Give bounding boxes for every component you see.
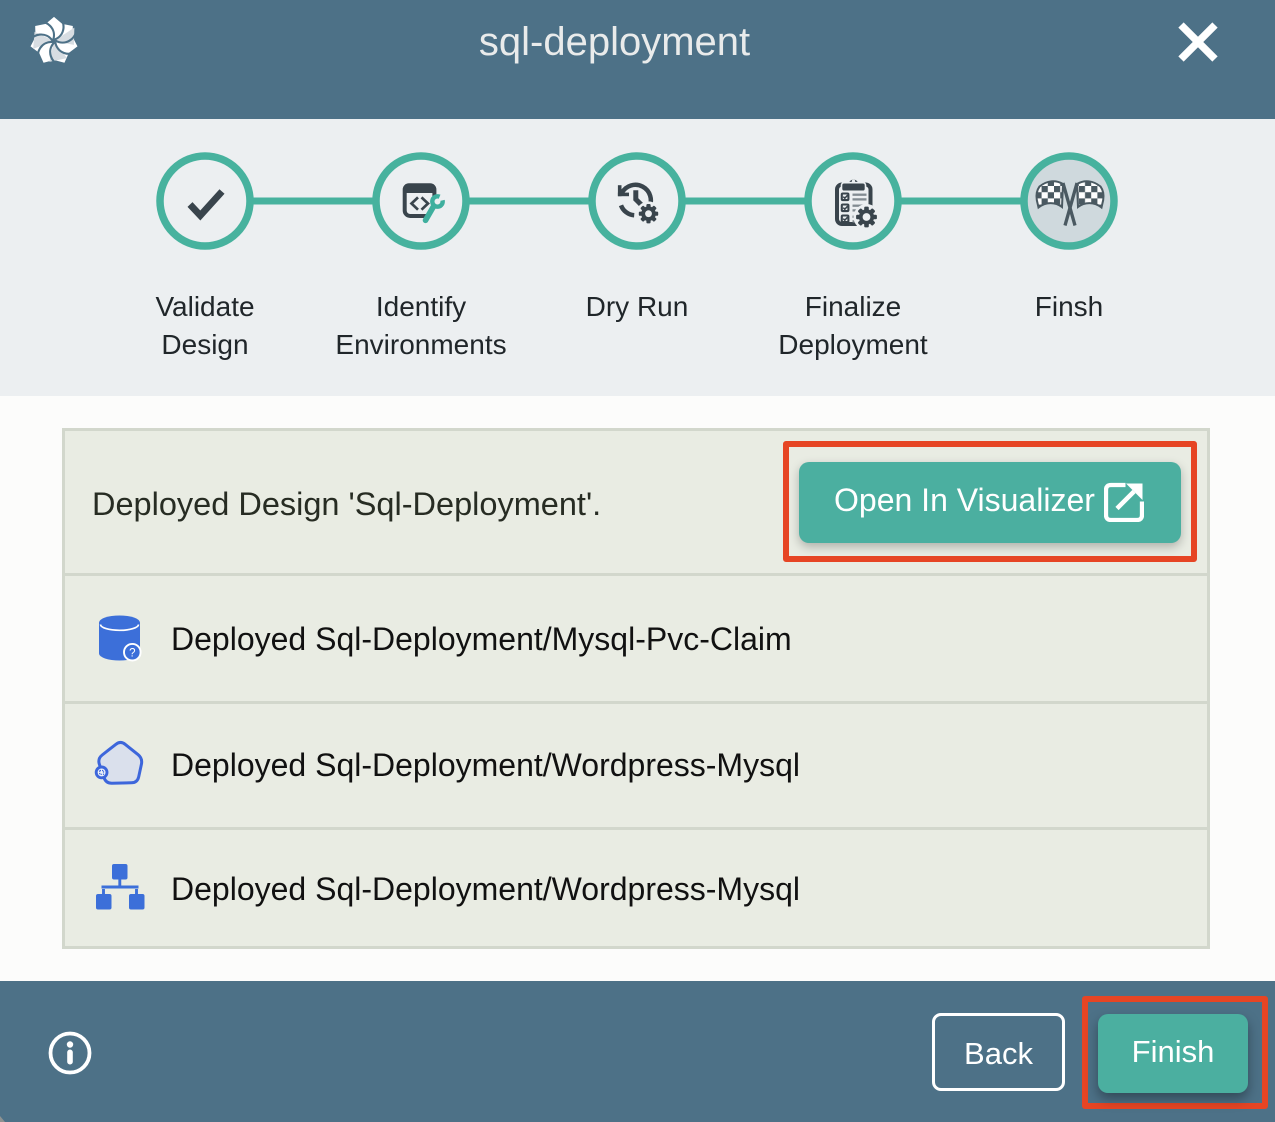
svg-text:?: ? — [129, 647, 135, 659]
